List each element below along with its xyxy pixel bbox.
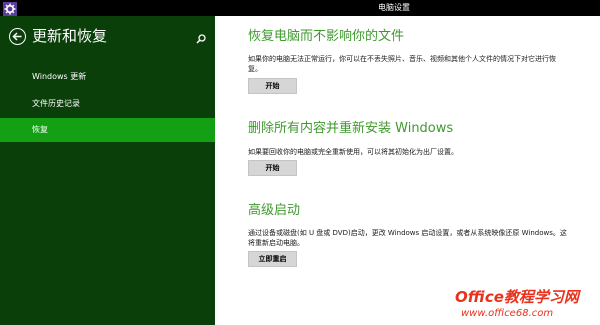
sidebar-item-label: 文件历史记录 [32, 99, 80, 108]
gear-icon [3, 1, 17, 16]
back-button[interactable] [9, 28, 26, 45]
watermark-url: www.office68.com [461, 308, 554, 319]
sidebar: 更新和恢复 Windows 更新 文件历史记录 恢复 [0, 16, 215, 325]
sidebar-item-label: 恢复 [32, 125, 48, 134]
sidebar-item-windows-update[interactable]: Windows 更新 [0, 65, 215, 89]
watermark: Office教程学习网 www.office68.com [455, 288, 597, 324]
back-arrow-icon [12, 32, 22, 41]
window-title: 电脑设置 [378, 3, 410, 12]
restart-now-button[interactable]: 立即重启 [248, 251, 297, 267]
search-button[interactable] [195, 30, 207, 44]
sidebar-item-recovery[interactable]: 恢复 [0, 118, 215, 142]
sidebar-item-file-history[interactable]: 文件历史记录 [0, 92, 215, 116]
refresh-start-button[interactable]: 开始 [248, 78, 297, 94]
watermark-title: Office教程学习网 [455, 288, 579, 306]
sidebar-item-label: Windows 更新 [32, 72, 87, 81]
section-description-advanced-startup: 通过设备或磁盘(如 U 盘或 DVD)启动，更改 Windows 启动设置，或者… [248, 229, 567, 247]
section-description-reset: 如果要回收你的电脑或完全重新使用，可以将其初始化为出厂设置。 [248, 148, 458, 156]
main-content: 恢复电脑而不影响你的文件 如果你的电脑无法正常运行，你可以在不丢失照片、音乐、视… [215, 16, 600, 325]
section-title-advanced-startup: 高级启动 [248, 203, 301, 218]
reset-start-button[interactable]: 开始 [248, 160, 297, 176]
section-title-refresh: 恢复电脑而不影响你的文件 [248, 29, 405, 44]
sidebar-title: 更新和恢复 [32, 27, 108, 45]
search-icon [196, 34, 206, 44]
section-description-refresh: 如果你的电脑无法正常运行，你可以在不丢失照片、音乐、视频和其他个人文件的情况下对… [248, 55, 556, 73]
title-bar: 电脑设置 [0, 0, 600, 16]
section-title-reset: 删除所有内容并重新安装 Windows [248, 121, 454, 136]
